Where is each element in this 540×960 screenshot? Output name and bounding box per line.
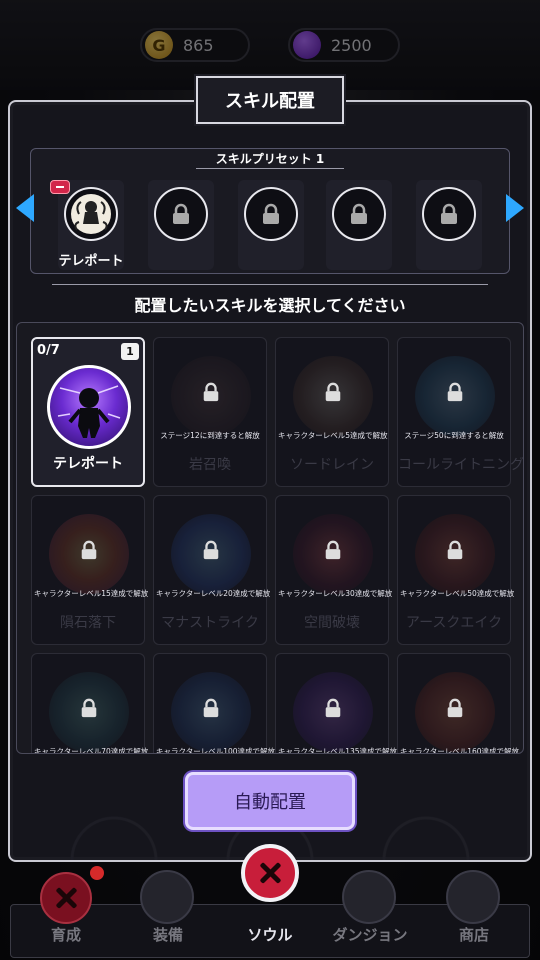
- next-preset-arrow-icon[interactable]: [506, 194, 524, 222]
- skill-card-earthquake[interactable]: キャラクターレベル50達成で解放 アースクエイク: [397, 495, 515, 645]
- unlock-requirement: キャラクターレベル15達成で解放: [34, 589, 149, 598]
- preset-slot-3[interactable]: [238, 180, 304, 270]
- skill-card-meteor[interactable]: キャラクターレベル15達成で解放 隕石落下: [31, 495, 149, 645]
- nav-item-equipment[interactable]: 装備: [118, 866, 218, 960]
- lock-icon: [244, 187, 298, 241]
- close-button[interactable]: [241, 844, 299, 902]
- unlock-requirement: ステージ12に到達すると解放: [160, 431, 260, 440]
- skill-name: テレポート: [53, 456, 123, 472]
- skill-card-rock-summon[interactable]: ステージ12に到達すると解放 岩召喚: [153, 337, 267, 487]
- lock-icon: [203, 540, 219, 560]
- divider: [52, 284, 488, 285]
- training-icon: [40, 872, 92, 924]
- skill-card-lv135[interactable]: キャラクターレベル135達成で解放: [275, 653, 398, 754]
- teleport-art-icon: [47, 365, 131, 449]
- preset-underline: [196, 168, 344, 169]
- panel-title-box: スキル配置: [194, 74, 346, 126]
- skill-card-call-lightning[interactable]: ステージ50に到達すると解放 コールライトニング: [397, 337, 524, 487]
- nav-label: 商店: [458, 926, 489, 944]
- lock-icon: [81, 698, 97, 718]
- lock-icon: [447, 540, 463, 560]
- dungeon-icon: [342, 870, 396, 924]
- preset-slot-2[interactable]: [148, 180, 214, 270]
- auto-assign-label: 自動配置: [234, 792, 306, 813]
- nav-label: ダンジョン: [332, 926, 408, 944]
- slot-number-badge: 1: [121, 343, 139, 360]
- lock-icon: [325, 540, 341, 560]
- shop-icon: [446, 870, 500, 924]
- lock-icon: [81, 540, 97, 560]
- skill-card-lv160[interactable]: キャラクターレベル160達成で解放: [397, 653, 520, 754]
- lock-icon: [203, 382, 219, 402]
- preset-slot-1[interactable]: テレポート: [50, 180, 124, 270]
- skill-name: 岩召喚: [189, 457, 231, 473]
- skill-card-mana-strike[interactable]: キャラクターレベル20達成で解放 マナストライク: [153, 495, 271, 645]
- skill-count: 0/7: [37, 343, 60, 358]
- unlock-requirement: キャラクターレベル160達成で解放: [400, 747, 520, 754]
- unlock-requirement: キャラクターレベル50達成で解放: [400, 589, 515, 598]
- lock-icon: [325, 382, 341, 402]
- skill-card-teleport[interactable]: 0/7 1 テレポート: [31, 337, 145, 487]
- lock-icon: [203, 698, 219, 718]
- teleport-icon: [64, 187, 118, 241]
- panel-title: スキル配置: [225, 91, 315, 112]
- nav-label: 育成: [50, 926, 81, 944]
- unlock-requirement: キャラクターレベル20達成で解放: [156, 589, 271, 598]
- skill-card-lv100[interactable]: キャラクターレベル100達成で解放: [153, 653, 276, 754]
- unlock-requirement: キャラクターレベル135達成で解放: [278, 747, 398, 754]
- auto-assign-button[interactable]: 自動配置: [185, 772, 355, 830]
- nav-item-dungeon[interactable]: ダンジョン: [320, 866, 420, 960]
- unlock-requirement: キャラクターレベル70達成で解放: [34, 747, 149, 754]
- preset-slot-label: テレポート: [58, 254, 124, 269]
- skill-grid: 0/7 1 テレポート ステージ12に到達すると解放 岩召喚 キャラクターレベル…: [16, 322, 524, 754]
- preset-slot-4[interactable]: [326, 180, 392, 270]
- notification-dot: [90, 866, 104, 880]
- unlock-requirement: キャラクターレベル5達成で解放: [278, 431, 388, 440]
- unlock-requirement: キャラクターレベル30達成で解放: [278, 589, 393, 598]
- skill-card-lv70[interactable]: キャラクターレベル70達成で解放: [31, 653, 149, 754]
- remove-skill-badge[interactable]: [50, 180, 70, 194]
- preset-title: スキルプリセット 1: [215, 152, 325, 166]
- lock-icon: [154, 187, 208, 241]
- skill-name: マナストライク: [161, 615, 259, 631]
- nav-item-shop[interactable]: 商店: [424, 866, 524, 960]
- skill-card-sword-rain[interactable]: キャラクターレベル5達成で解放 ソードレイン: [275, 337, 389, 487]
- nav-item-training[interactable]: 育成: [16, 866, 116, 960]
- unlock-requirement: ステージ50に到達すると解放: [404, 431, 504, 440]
- skill-name: ソードレイン: [290, 457, 374, 473]
- close-icon: [259, 862, 281, 884]
- prev-preset-arrow-icon[interactable]: [16, 194, 34, 222]
- lock-icon: [447, 698, 463, 718]
- skill-name: コールライトニング: [398, 457, 524, 473]
- lock-icon: [325, 698, 341, 718]
- skill-name: 隕石落下: [60, 615, 116, 631]
- lock-icon: [422, 187, 476, 241]
- preset-slot-5[interactable]: [416, 180, 482, 270]
- skill-name: 空間破壊: [304, 615, 360, 631]
- skill-card-space-destruction[interactable]: キャラクターレベル30達成で解放 空間破壊: [275, 495, 393, 645]
- equipment-icon: [140, 870, 194, 924]
- lock-icon: [332, 187, 386, 241]
- instruction-text: 配置したいスキルを選択してください: [134, 296, 406, 315]
- nav-label: ソウル: [247, 926, 293, 944]
- skill-name: アースクエイク: [405, 615, 503, 631]
- nav-label: 装備: [152, 926, 183, 944]
- unlock-requirement: キャラクターレベル100達成で解放: [156, 747, 276, 754]
- lock-icon: [447, 382, 463, 402]
